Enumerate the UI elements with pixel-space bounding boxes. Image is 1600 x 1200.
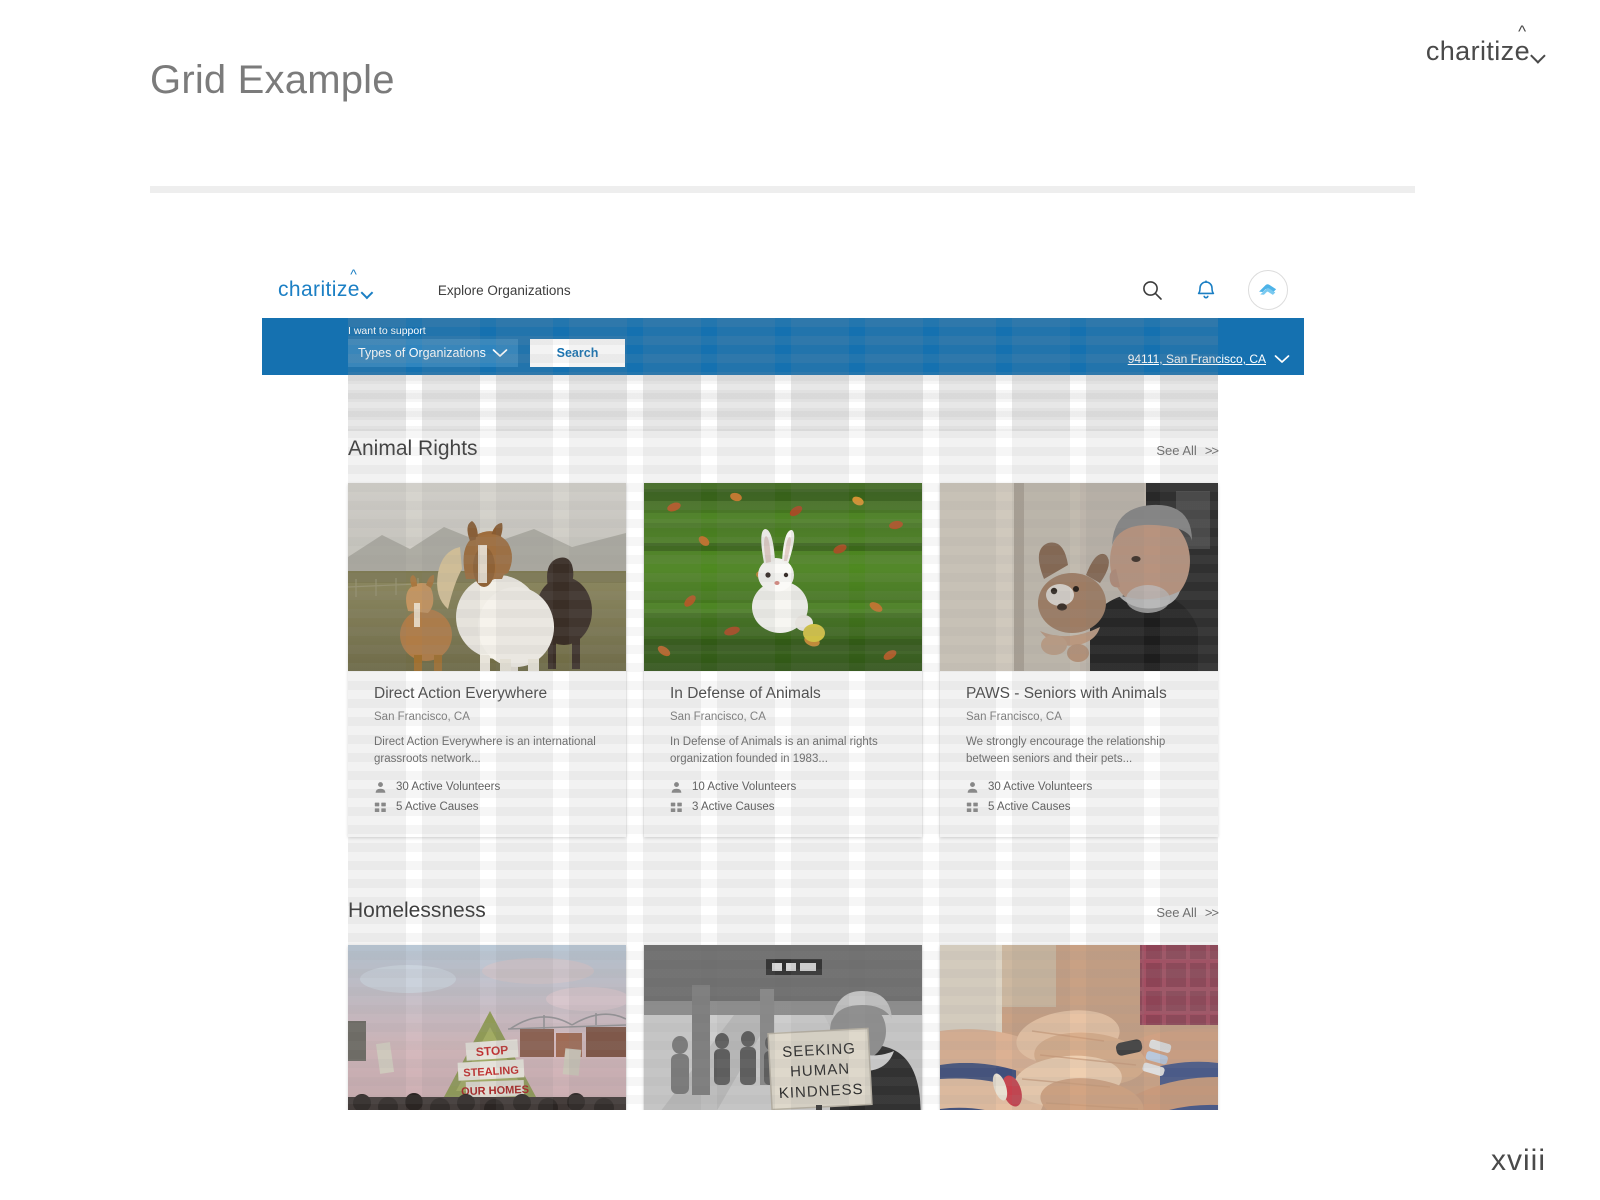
org-card[interactable]: In Defense of Animals San Francisco, CA … [644,483,922,837]
app-logo[interactable]: charitize [278,278,374,302]
volunteers-stat: 30 Active Volunteers [966,781,1192,794]
card-body: In Defense of Animals San Francisco, CA … [644,671,922,837]
app-logo-swoosh [360,286,374,300]
section-header: Animal Rights See All >> [348,437,1219,483]
organization-type-dropdown[interactable]: Types of Organizations [348,339,518,367]
see-all-arrows: >> [1204,443,1219,458]
org-title: Direct Action Everywhere [374,685,548,702]
card-body: PAWS - Seniors with Animals San Francisc… [940,671,1218,837]
person-icon [671,781,682,793]
card-row: Direct Action Everywhere San Francisco, … [348,483,1218,837]
bell-icon[interactable] [1194,278,1218,302]
section-title: Animal Rights [348,437,478,460]
volunteers-count: 30 Active Volunteers [396,781,501,793]
volunteers-count: 30 Active Volunteers [988,781,1093,793]
causes-count: 5 Active Causes [396,801,479,813]
grid-icon [374,802,386,812]
causes-stat: 5 Active Causes [374,801,600,814]
app-logo-text: charitize [278,278,360,301]
section-header: Homelessness See All >> [348,898,1219,945]
app-mockup: charitize Explore Organizations [262,262,1304,1110]
brand-logo-text: charitize [1426,36,1530,66]
org-description: In Defense of Animals is an animal right… [670,736,878,766]
org-title: PAWS - Seniors with Animals [966,685,1167,702]
senior-with-dog-image [940,483,1218,671]
org-location: San Francisco, CA [670,711,766,723]
volunteers-count: 10 Active Volunteers [692,781,797,793]
white-rabbit-image [644,483,922,671]
support-label: I want to support [348,325,426,337]
brand-logo-swoosh [1530,48,1546,64]
chevron-down-icon [492,349,508,357]
charitize-brand-logo: charitize [1426,36,1546,67]
app-content: Animal Rights See All >> Direct Action E… [262,375,1304,1110]
svg-text:STOP: STOP [475,1042,508,1058]
search-band: I want to support Types of Organizations… [262,318,1304,431]
causes-count: 5 Active Causes [988,801,1071,813]
section-title: Homelessness [348,898,486,922]
search-controls: Types of Organizations Search [348,339,625,367]
chevron-down-icon [1274,355,1290,363]
causes-stat: 3 Active Causes [670,801,896,814]
card-body: Direct Action Everywhere San Francisco, … [348,671,626,837]
horses-in-field-image [348,483,626,671]
grid-icon [670,802,682,812]
dropdown-selected-value: Types of Organizations [358,346,486,360]
svg-text:HUMAN: HUMAN [790,1060,851,1080]
see-all-label: See All [1156,443,1197,458]
user-avatar[interactable] [1248,270,1288,310]
volunteers-stat: 30 Active Volunteers [374,781,600,794]
slide-divider [150,186,1415,193]
org-card[interactable]: PAWS - Seniors with Animals San Francisc… [940,483,1218,837]
seeking-human-kindness-image: SEEKING HUMAN KINDNESS [644,944,922,1110]
page-number: xviii [1491,1144,1546,1177]
location-text: 94111, San Francisco, CA [1127,352,1266,366]
causes-count: 3 Active Causes [692,801,775,813]
org-location: San Francisco, CA [374,711,470,723]
housing-protest-image: STOP STEALING OUR HOMES [348,944,626,1110]
card-row: STOP STEALING OUR HOMES SEEKING HUMAN KI… [348,944,1218,1110]
stacked-hands-image [940,944,1218,1110]
see-all-arrows: >> [1204,904,1219,920]
org-location: San Francisco, CA [966,711,1062,723]
person-icon [375,781,386,793]
location-selector[interactable]: 94111, San Francisco, CA [1128,352,1290,366]
header-actions [1140,270,1288,310]
search-button[interactable]: Search [530,339,625,367]
grid-icon [966,802,978,812]
org-description: We strongly encourage the relationship b… [966,736,1166,766]
see-all-link[interactable]: See All >> [1156,443,1219,458]
org-description: Direct Action Everywhere is an internati… [374,736,596,766]
page-title: Grid Example [150,58,395,102]
volunteers-stat: 10 Active Volunteers [670,781,896,794]
section-homelessness: Homelessness See All >> STOP STEALING OU… [262,898,1304,1110]
org-card[interactable]: Direct Action Everywhere San Francisco, … [348,483,626,837]
causes-stat: 5 Active Causes [966,801,1192,814]
org-card[interactable]: STOP STEALING OUR HOMES [348,944,626,1110]
app-header: charitize Explore Organizations [262,262,1304,318]
section-animal-rights: Animal Rights See All >> Direct Action E… [262,437,1304,837]
see-all-link[interactable]: See All >> [1156,904,1219,920]
nav-explore-organizations[interactable]: Explore Organizations [438,283,571,298]
search-icon[interactable] [1140,278,1164,302]
org-card[interactable]: SEEKING HUMAN KINDNESS [644,944,922,1110]
person-icon [967,781,978,793]
org-card[interactable] [940,944,1218,1110]
org-title: In Defense of Animals [670,685,821,702]
see-all-label: See All [1156,904,1197,920]
